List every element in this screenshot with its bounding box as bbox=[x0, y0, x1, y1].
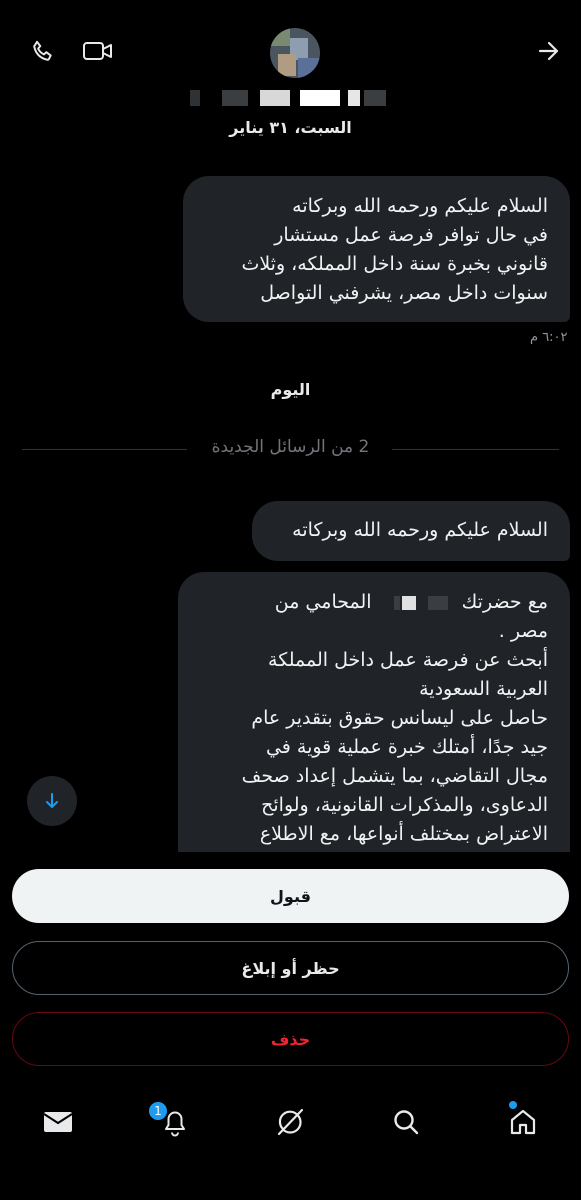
arrow-down-icon bbox=[46, 793, 58, 808]
message-line: السلام عليكم ورحمه الله وبركاته bbox=[292, 519, 548, 541]
new-messages-label: 2 من الرسائل الجديدة bbox=[201, 437, 380, 457]
message-text: المحامي من bbox=[274, 591, 372, 613]
conversation-header bbox=[0, 0, 581, 106]
date-separator: السبت، ٣١ يناير bbox=[229, 118, 352, 137]
nav-grok[interactable] bbox=[261, 1092, 319, 1152]
message-bubble[interactable]: السلام عليكم ورحمه الله وبركاته bbox=[252, 501, 570, 561]
redacted-name bbox=[378, 594, 456, 612]
message-line: قانوني بخبرة سنة داخل المملكه، وثلاث bbox=[241, 253, 548, 275]
message-line: الاعتراض بمختلف أنواعها، مع الاطلاع bbox=[259, 823, 548, 845]
phone-icon bbox=[33, 40, 52, 61]
home-unread-dot bbox=[509, 1101, 517, 1109]
contact-avatar[interactable] bbox=[270, 28, 320, 78]
message-line: أبحث عن فرصة عمل داخل المملكة bbox=[268, 649, 548, 671]
arrow-right-icon bbox=[538, 41, 559, 61]
message-line: السلام عليكم ورحمه الله وبركاته bbox=[292, 195, 548, 217]
delete-button[interactable]: حذف bbox=[12, 1012, 569, 1066]
notification-badge: 1 bbox=[148, 1101, 168, 1121]
scroll-to-bottom-button[interactable] bbox=[27, 776, 77, 826]
video-call-button[interactable] bbox=[80, 36, 116, 66]
message-line: جيد جدًا، أمتلك خبرة عملية قوية في bbox=[265, 736, 548, 758]
message-timestamp: ٦:٠٢ م bbox=[530, 330, 568, 345]
nav-home[interactable] bbox=[494, 1092, 552, 1152]
message-line: حاصل على ليسانس حقوق بتقدير عام bbox=[251, 707, 548, 729]
message-bubble[interactable]: مع حضرتك المحامي من مصر . أبحث عن فرصة ع… bbox=[178, 572, 570, 852]
message-line: العربية السعودية bbox=[419, 678, 548, 700]
bottom-navigation: 1 bbox=[0, 1092, 581, 1152]
nav-search[interactable] bbox=[377, 1092, 435, 1152]
search-icon bbox=[394, 1110, 419, 1135]
mail-icon bbox=[43, 1112, 73, 1132]
grok-icon bbox=[277, 1108, 304, 1136]
contact-name-redacted bbox=[190, 88, 386, 108]
video-camera-icon bbox=[83, 42, 112, 60]
accept-button[interactable]: قبول bbox=[12, 869, 569, 923]
message-line: سنوات داخل مصر، يشرفني التواصل bbox=[260, 282, 548, 304]
call-button[interactable] bbox=[26, 36, 60, 66]
block-report-button[interactable]: حظر أو إبلاغ bbox=[12, 941, 569, 995]
home-icon bbox=[510, 1109, 536, 1135]
message-line: مع حضرتك المحامي من bbox=[196, 588, 548, 617]
message-line: مصر . bbox=[498, 620, 548, 642]
message-line: مجال التقاضي، بما يتشمل إعداد صحف bbox=[241, 765, 548, 787]
new-messages-divider: 2 من الرسائل الجديدة bbox=[0, 437, 581, 457]
forward-button[interactable] bbox=[532, 36, 566, 66]
nav-messages[interactable] bbox=[29, 1092, 87, 1152]
message-line: الدعاوى، والمذكرات القانونية، ولوائح bbox=[261, 794, 548, 816]
message-bubble[interactable]: السلام عليكم ورحمه الله وبركاته في حال ت… bbox=[183, 176, 570, 322]
today-separator: اليوم bbox=[270, 380, 311, 399]
message-line: في حال توافر فرصة عمل مستشار bbox=[274, 224, 548, 246]
message-text: مع حضرتك bbox=[461, 591, 548, 613]
